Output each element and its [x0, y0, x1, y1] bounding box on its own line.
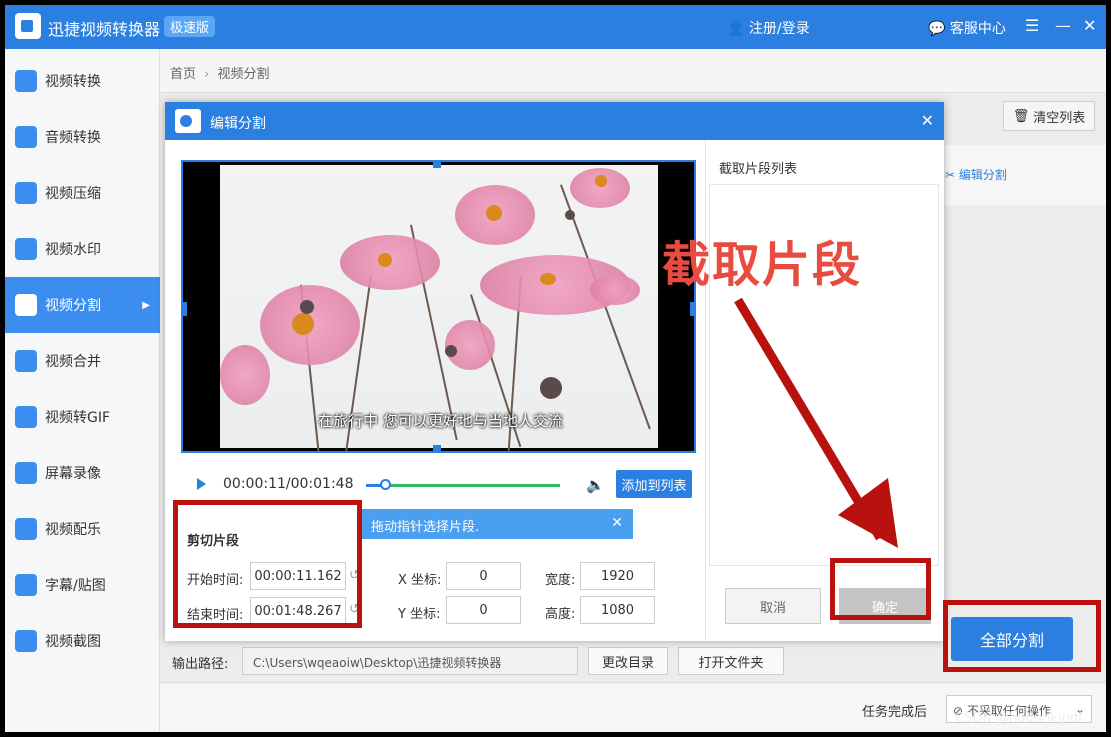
- annotation-arrow: [734, 297, 898, 548]
- watermark: CSDN @hudunkjpdf: [955, 711, 1083, 726]
